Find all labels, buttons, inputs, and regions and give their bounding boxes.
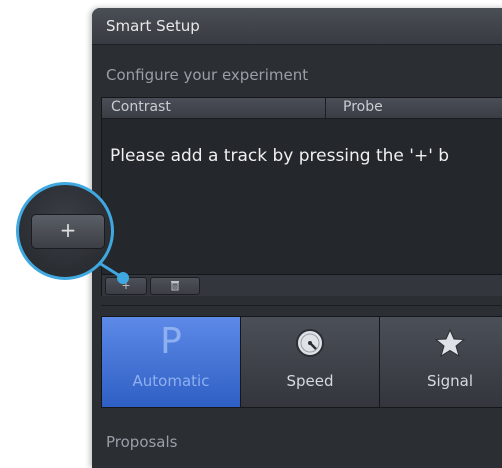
star-icon <box>434 328 466 358</box>
track-table: Contrast Probe Please add a track by pre… <box>101 97 502 296</box>
automatic-glyph: P <box>160 321 182 362</box>
divider <box>101 305 502 306</box>
column-divider <box>325 98 326 118</box>
zoom-callout: + <box>16 182 114 280</box>
mode-signal-button[interactable]: Signal <box>380 317 502 407</box>
proposals-label: Proposals <box>106 433 178 451</box>
speedometer-icon <box>296 329 324 357</box>
callout-pointer-dot <box>117 272 129 284</box>
mode-selector: P Automatic Speed Signal <box>101 316 502 408</box>
mode-signal-label: Signal <box>426 372 474 390</box>
zoomed-add-track-button[interactable]: + <box>31 214 105 249</box>
letter-p-icon: P <box>160 321 182 362</box>
mode-speed-button[interactable]: Speed <box>241 317 380 407</box>
configure-label: Configure your experiment <box>106 66 309 84</box>
mode-automatic-button[interactable]: P Automatic <box>102 317 241 407</box>
column-header-contrast[interactable]: Contrast <box>111 99 171 115</box>
title-bar: Smart Setup <box>92 8 502 45</box>
track-toolbar: + <box>102 274 502 296</box>
smart-setup-panel: Smart Setup Configure your experiment Co… <box>92 8 502 468</box>
column-header-probe[interactable]: Probe <box>343 99 383 115</box>
mode-speed-label: Speed <box>286 372 334 390</box>
mode-automatic-label: Automatic <box>132 372 210 390</box>
window-title: Smart Setup <box>106 17 200 35</box>
delete-track-button[interactable] <box>150 277 200 295</box>
track-table-header: Contrast Probe <box>102 98 502 119</box>
trash-icon <box>171 281 179 291</box>
empty-track-message: Please add a track by pressing the '+' b <box>110 146 450 166</box>
zoomed-add-label: + <box>59 218 77 242</box>
